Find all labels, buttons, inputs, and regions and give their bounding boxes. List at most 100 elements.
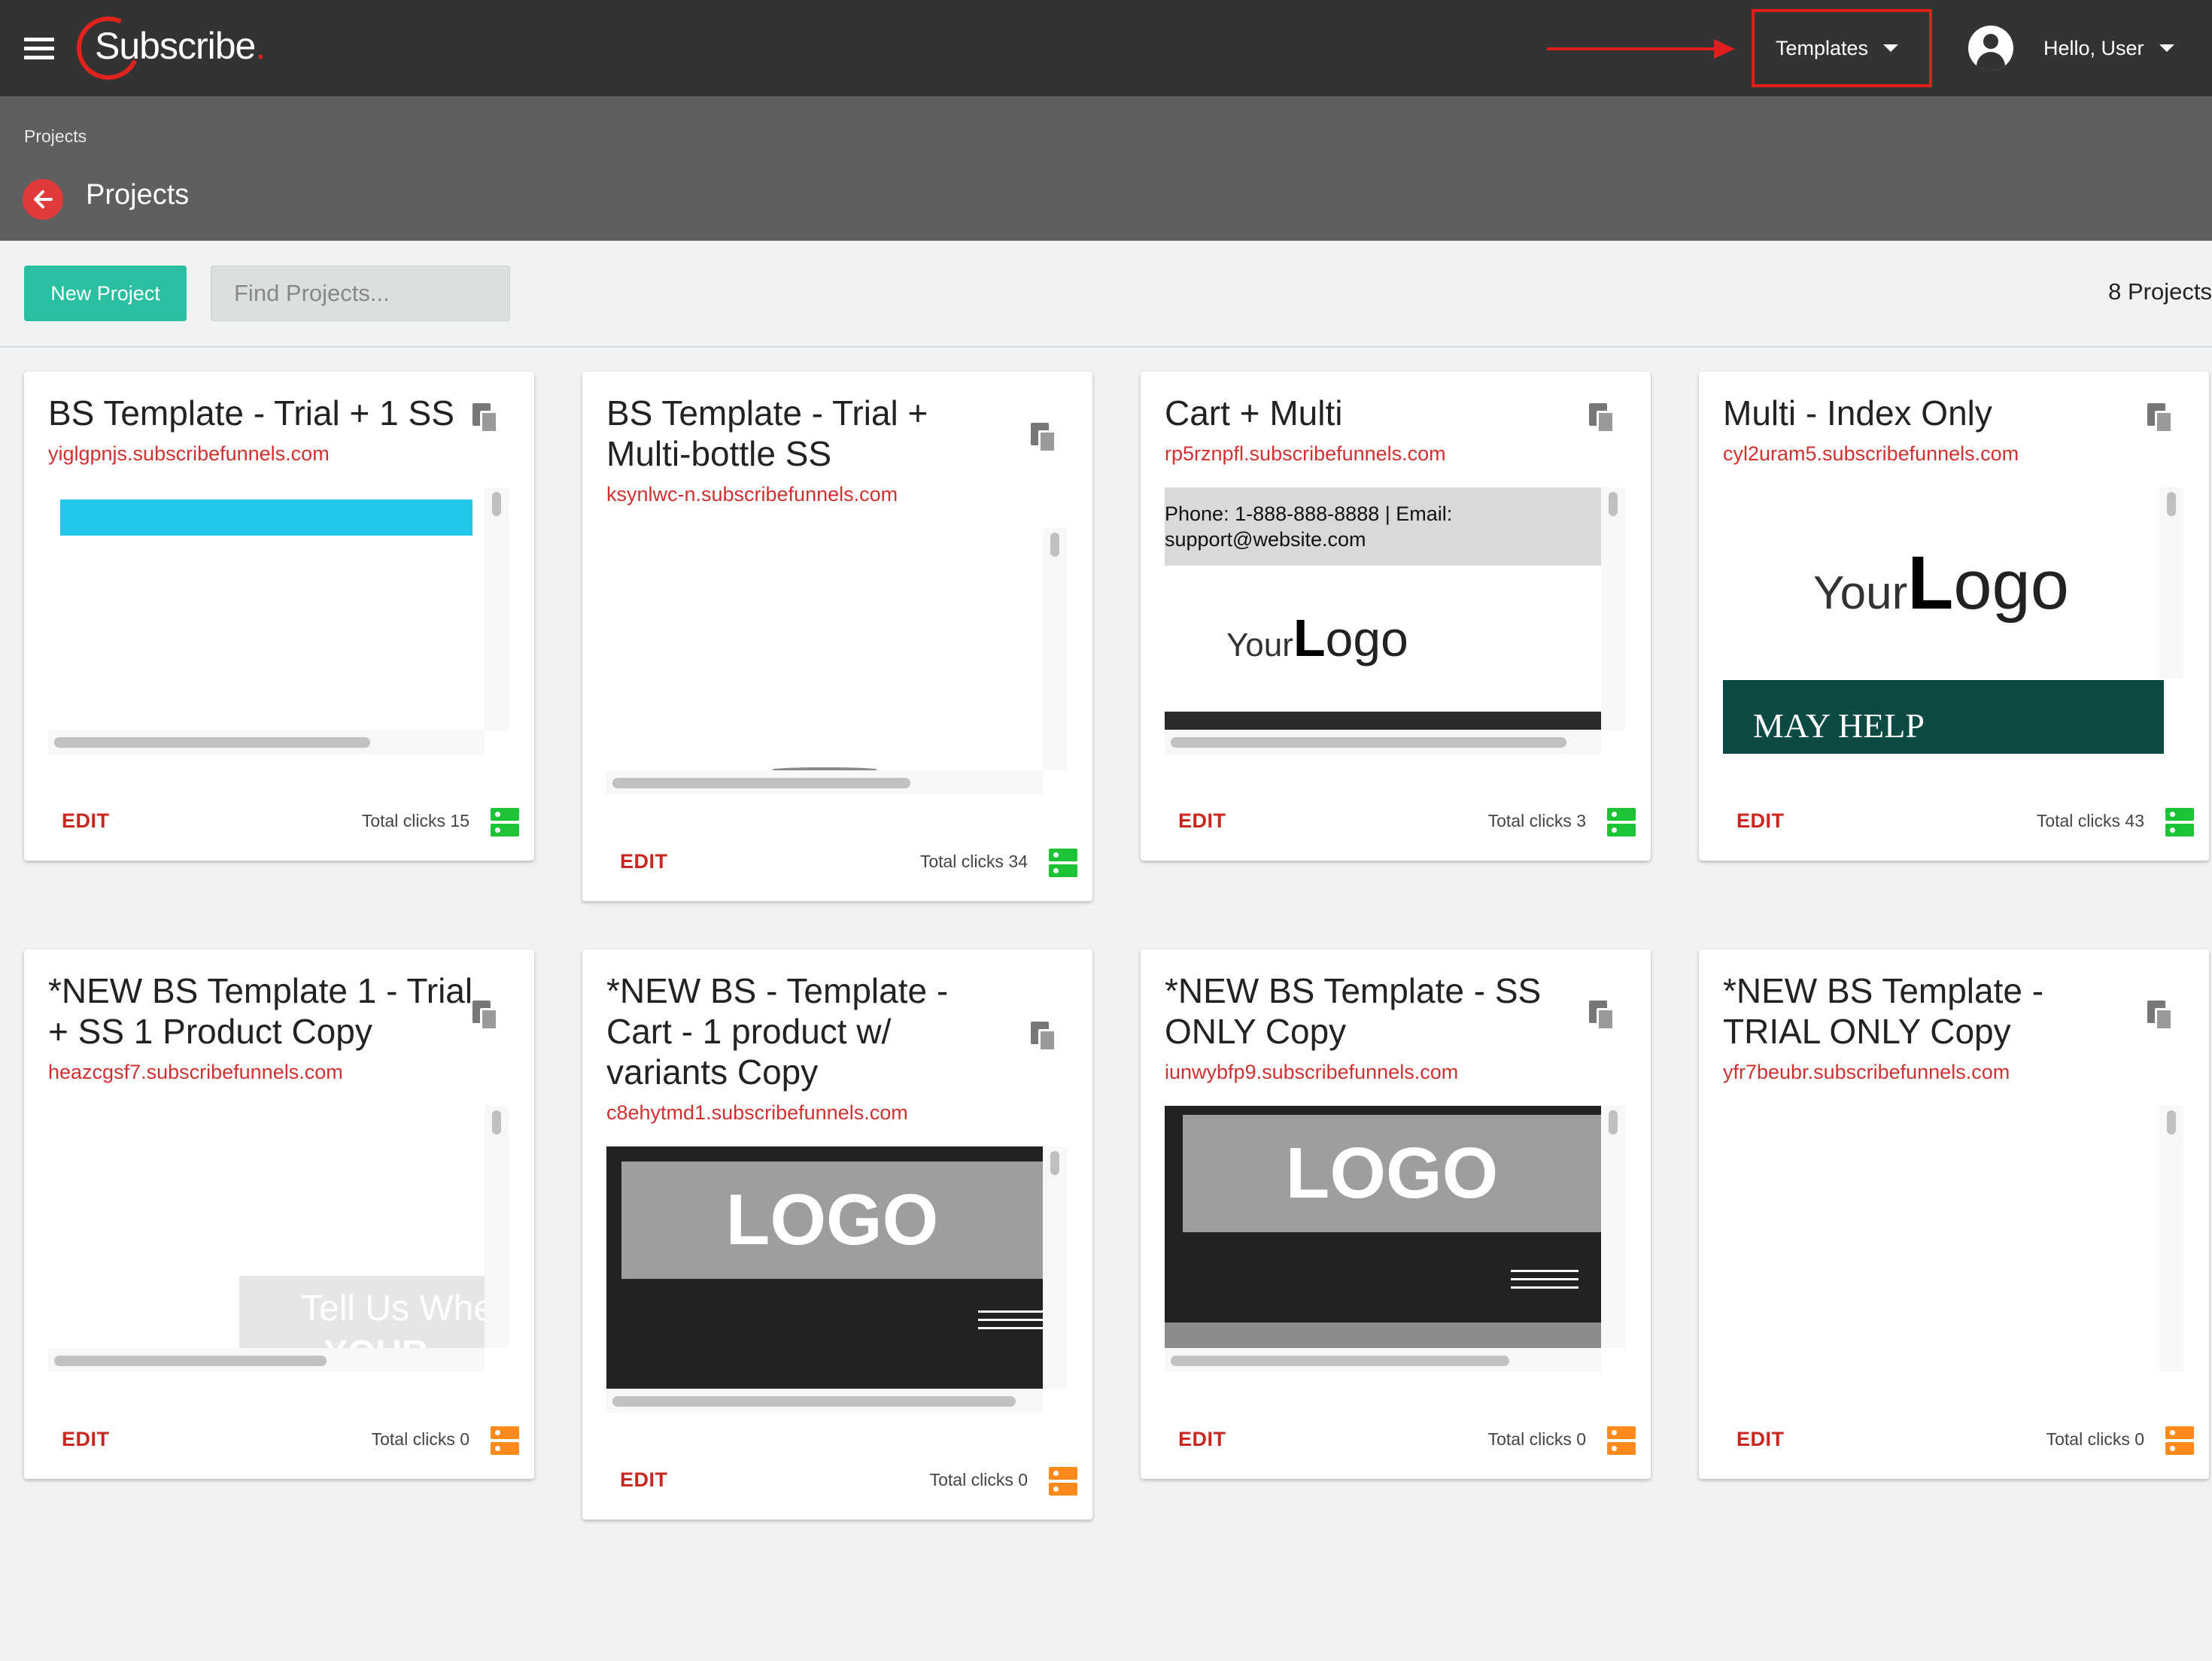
vertical-scrollbar[interactable] (485, 1106, 509, 1348)
preview-dark-header: LOGO (606, 1146, 1043, 1389)
copy-icon[interactable] (2147, 1001, 2173, 1031)
account-icon[interactable] (1968, 26, 2013, 71)
copy-icon[interactable] (2147, 403, 2173, 433)
project-url[interactable]: cyl2uram5.subscribefunnels.com (1723, 442, 2019, 466)
project-url[interactable]: yiglgpnjs.subscribefunnels.com (48, 442, 330, 466)
project-card: *NEW BS Template 1 - Trial + SS 1 Produc… (24, 949, 534, 1479)
project-title[interactable]: Multi - Index Only (1723, 393, 2144, 433)
edit-button[interactable]: EDIT (620, 1468, 668, 1492)
edit-button[interactable]: EDIT (1178, 1428, 1226, 1451)
preview-menu-icon (978, 1310, 1043, 1335)
preview-gray-strip (1165, 1322, 1601, 1348)
edit-button[interactable]: EDIT (1736, 809, 1785, 833)
horizontal-scrollbar[interactable] (606, 1389, 1043, 1413)
edit-button[interactable]: EDIT (620, 850, 668, 873)
projects-toolbar: New Project 8 Projects (0, 241, 2212, 348)
copy-icon[interactable] (1589, 403, 1615, 433)
project-title[interactable]: Cart + Multi (1165, 393, 1586, 433)
server-status-icon[interactable] (1607, 808, 1636, 837)
server-status-icon[interactable] (1049, 849, 1077, 877)
project-card: Multi - Index Only cyl2uram5.subscribefu… (1699, 372, 2209, 861)
copy-icon[interactable] (1589, 1001, 1615, 1031)
horizontal-scrollbar[interactable] (606, 770, 1043, 794)
project-preview: Tell Us Whe YOUR (48, 1106, 509, 1372)
total-clicks: Total clicks 0 (2046, 1429, 2144, 1449)
total-clicks: Total clicks 34 (919, 852, 1028, 871)
vertical-scrollbar[interactable] (485, 487, 509, 730)
vertical-scrollbar[interactable] (2159, 487, 2183, 679)
vertical-scrollbar[interactable] (2159, 1106, 2183, 1372)
project-card: BS Template - Trial + Multi-bottle SS ks… (582, 372, 1092, 901)
total-clicks: Total clicks 0 (929, 1470, 1028, 1489)
app-logo[interactable]: Subscribe. (68, 8, 287, 89)
horizontal-scrollbar[interactable] (48, 1348, 485, 1372)
edit-button[interactable]: EDIT (1178, 809, 1226, 833)
copy-icon[interactable] (472, 403, 498, 433)
preview-overlay-text: Tell Us Whe (301, 1289, 485, 1328)
preview-logo: LOGO (621, 1161, 1043, 1279)
project-preview: LOGO (1165, 1106, 1625, 1372)
project-card: *NEW BS - Template - Cart - 1 product w/… (582, 949, 1092, 1520)
projects-count: 8 Projects (2108, 278, 2212, 305)
project-preview: LOGO (606, 1146, 1067, 1413)
project-title[interactable]: *NEW BS - Template - Cart - 1 product w/… (606, 970, 998, 1092)
project-title[interactable]: *NEW BS Template - SS ONLY Copy (1165, 970, 1586, 1052)
project-card: BS Template - Trial + 1 SS yiglgpnjs.sub… (24, 372, 534, 861)
new-project-button[interactable]: New Project (24, 266, 187, 321)
edit-button[interactable]: EDIT (1736, 1428, 1785, 1451)
breadcrumb[interactable]: Projects (24, 126, 87, 147)
total-clicks: Total clicks 43 (2036, 811, 2144, 830)
vertical-scrollbar[interactable] (1601, 487, 1625, 730)
server-status-icon[interactable] (491, 808, 519, 837)
preview-dark-header: LOGO (1165, 1106, 1601, 1348)
caret-down-icon (2159, 44, 2174, 52)
horizontal-scrollbar[interactable] (1165, 730, 1601, 754)
project-url[interactable]: iunwybfp9.subscribefunnels.com (1165, 1061, 1458, 1084)
project-url[interactable]: c8ehytmd1.subscribefunnels.com (606, 1101, 908, 1125)
preview-contact-bar: Phone: 1-888-888-8888 | Email: support@w… (1165, 487, 1601, 566)
copy-icon[interactable] (1031, 423, 1056, 453)
preview-logo: LOGO (1183, 1115, 1601, 1232)
horizontal-scrollbar[interactable] (48, 730, 485, 754)
user-menu-dropdown[interactable]: Hello, User (2043, 33, 2174, 63)
project-url[interactable]: rp5rznpfl.subscribefunnels.com (1165, 442, 1446, 466)
project-url[interactable]: heazcgsf7.subscribefunnels.com (48, 1061, 343, 1084)
edit-button[interactable]: EDIT (62, 809, 110, 833)
vertical-scrollbar[interactable] (1043, 528, 1067, 770)
search-input[interactable] (211, 266, 510, 321)
project-title[interactable]: *NEW BS Template 1 - Trial + SS 1 Produc… (48, 970, 485, 1052)
project-title[interactable]: *NEW BS Template - TRIAL ONLY Copy (1723, 970, 2129, 1052)
annotation-arrow (1547, 47, 1715, 50)
project-title[interactable]: BS Template - Trial + 1 SS (48, 393, 500, 433)
copy-icon[interactable] (472, 1001, 498, 1031)
edit-button[interactable]: EDIT (62, 1428, 110, 1451)
templates-label: Templates (1776, 36, 1869, 59)
page-header: Projects Projects (0, 96, 2212, 241)
server-status-icon[interactable] (1049, 1467, 1077, 1496)
server-status-icon[interactable] (491, 1426, 519, 1455)
preview-menu-icon (1511, 1270, 1578, 1295)
vertical-scrollbar[interactable] (1043, 1146, 1067, 1389)
server-status-icon[interactable] (2165, 808, 2194, 837)
vertical-scrollbar[interactable] (1601, 1106, 1625, 1348)
server-status-icon[interactable] (2165, 1426, 2194, 1455)
project-preview: Phone: 1-888-888-8888 | Email: support@w… (1165, 487, 1625, 754)
back-arrow-icon[interactable] (23, 179, 63, 220)
templates-dropdown[interactable]: Templates (1776, 33, 1899, 63)
preview-logo: YourLogo (1813, 541, 2069, 625)
server-status-icon[interactable] (1607, 1426, 1636, 1455)
copy-icon[interactable] (1031, 1022, 1056, 1052)
horizontal-scrollbar[interactable] (1165, 1348, 1601, 1372)
project-preview (606, 528, 1067, 794)
project-url[interactable]: yfr7beubr.subscribefunnels.com (1723, 1061, 2010, 1084)
project-card: Cart + Multi rp5rznpfl.subscribefunnels.… (1141, 372, 1651, 861)
project-preview (1723, 1106, 2183, 1372)
project-url[interactable]: ksynlwc-n.subscribefunnels.com (606, 483, 898, 506)
menu-icon[interactable] (24, 38, 54, 60)
annotation-arrow-head (1714, 39, 1735, 59)
logo-text: Subscribe. (95, 25, 266, 67)
project-preview (48, 487, 509, 754)
top-bar: Subscribe. Templates Hello, User (0, 0, 2212, 96)
total-clicks: Total clicks 0 (371, 1429, 469, 1449)
project-title[interactable]: BS Template - Trial + Multi-bottle SS (606, 393, 998, 474)
